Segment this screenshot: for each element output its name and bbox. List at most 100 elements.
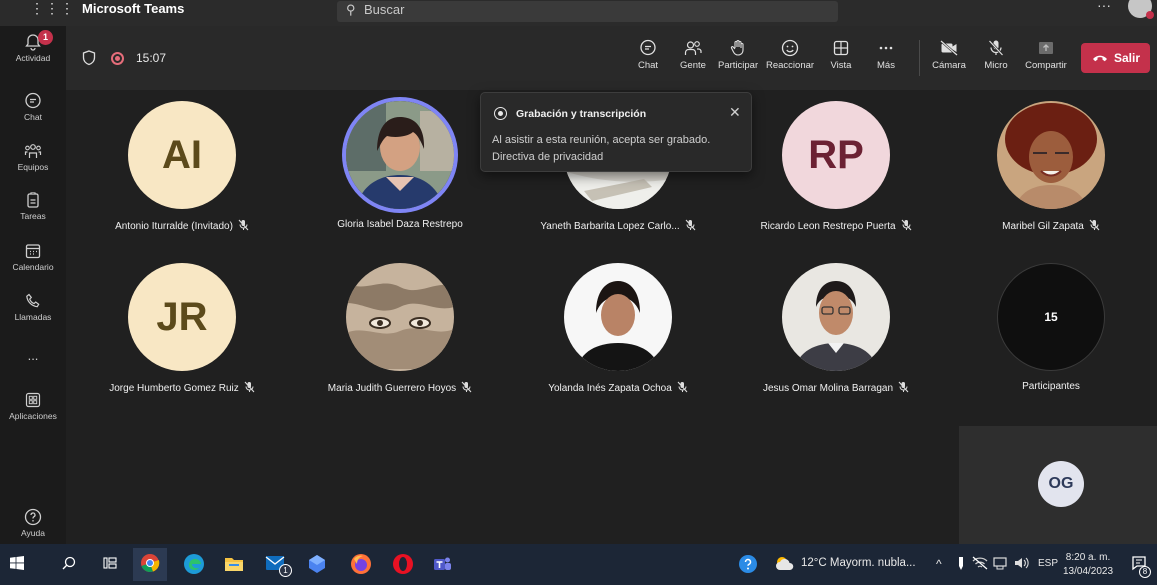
- rail-item-apps[interactable]: Aplicaciones: [0, 390, 66, 421]
- participant-name-text: Maria Judith Guerrero Hoyos: [327, 383, 457, 394]
- people-icon: [684, 41, 702, 55]
- participant-name: Antonio Iturralde (Invitado): [77, 219, 287, 232]
- more-label: Más: [877, 60, 895, 71]
- more-actions-button[interactable]: Más: [873, 38, 899, 71]
- help-icon: [24, 508, 42, 526]
- chevron-up-icon[interactable]: ^: [936, 557, 942, 571]
- rail-label-help: Ayuda: [21, 528, 45, 538]
- mic-muted-icon: [1089, 219, 1100, 231]
- popup-body: Al asistir a esta reunión, acepta ser gr…: [492, 132, 710, 166]
- mic-muted-icon: [901, 219, 911, 231]
- rail-item-chat[interactable]: Chat: [0, 91, 66, 122]
- speaker-icon[interactable]: [1013, 556, 1029, 570]
- network-icon[interactable]: [972, 556, 988, 570]
- raise-hand-button[interactable]: Participar: [718, 38, 758, 71]
- participant-name-text: Yaneth Barbarita Lopez Carlo...: [540, 221, 680, 232]
- react-label: Reaccionar: [766, 60, 815, 71]
- rail-item-teams[interactable]: Equipos: [0, 141, 66, 172]
- react-button[interactable]: Reaccionar: [766, 38, 814, 71]
- rail-label-calls: Llamadas: [14, 312, 52, 322]
- firefox-icon[interactable]: [350, 553, 372, 575]
- mic-muted-icon: [677, 381, 688, 393]
- profile-avatar[interactable]: [1128, 0, 1154, 19]
- participant-tile[interactable]: Yolanda Inés Zapata Ochoa: [513, 258, 723, 398]
- rail-item-tasks[interactable]: Tareas: [0, 190, 66, 221]
- clock-time: 8:20 a. m.: [1065, 552, 1111, 563]
- edge-icon[interactable]: [183, 553, 205, 575]
- people-button[interactable]: Gente: [676, 38, 710, 71]
- file-explorer-icon[interactable]: [224, 555, 244, 573]
- people-label: Gente: [680, 60, 706, 71]
- leave-button[interactable]: Salir: [1081, 43, 1150, 73]
- rail-label-teams: Equipos: [17, 162, 49, 172]
- search-icon[interactable]: [62, 556, 76, 570]
- pen-icon[interactable]: [956, 556, 966, 572]
- overflow-participants-tile[interactable]: 15 Participantes: [946, 258, 1156, 398]
- participant-tile[interactable]: AI Antonio Iturralde (Invitado): [77, 96, 287, 236]
- view-button[interactable]: Vista: [826, 38, 856, 71]
- mic-muted-icon: [685, 219, 696, 231]
- mic-label: Micro: [984, 60, 1008, 71]
- participant-tile[interactable]: Jesus Omar Molina Barragan: [731, 258, 941, 398]
- participant-name: Yolanda Inés Zapata Ochoa: [513, 381, 723, 394]
- participant-name: Ricardo Leon Restrepo Puerta: [731, 219, 941, 232]
- mic-muted-icon: [244, 381, 255, 393]
- rail-label-chat: Chat: [24, 112, 42, 122]
- toolbar-divider: [919, 40, 920, 76]
- task-view-icon[interactable]: [103, 556, 117, 570]
- hang-up-icon: [1093, 55, 1107, 62]
- help-tray-icon[interactable]: [738, 554, 758, 574]
- rail-item-help[interactable]: Ayuda: [0, 507, 66, 538]
- participant-name-text: Gloria Isabel Daza Restrepo: [337, 219, 463, 230]
- participant-name: Gloria Isabel Daza Restrepo: [295, 219, 505, 230]
- meeting-controls-bar: 15:07 Chat Gente Participar Reaccionar V…: [66, 26, 1157, 90]
- camera-button[interactable]: Cámara: [931, 38, 967, 71]
- teams-icon[interactable]: [432, 554, 452, 574]
- privacy-policy-link[interactable]: Directiva de privacidad: [492, 149, 710, 166]
- leave-label: Salir: [1114, 51, 1141, 65]
- participant-tile[interactable]: RP Ricardo Leon Restrepo Puerta: [731, 96, 941, 236]
- participant-name: Yaneth Barbarita Lopez Carlo...: [513, 219, 723, 232]
- participant-name-text: Maribel Gil Zapata: [1002, 221, 1084, 232]
- mic-button[interactable]: Micro: [981, 38, 1011, 71]
- rail-item-activity[interactable]: 1 Actividad: [0, 30, 66, 63]
- participant-tile[interactable]: Gloria Isabel Daza Restrepo: [295, 96, 505, 236]
- participant-name-text: Ricardo Leon Restrepo Puerta: [760, 221, 896, 232]
- participant-tile[interactable]: Maria Judith Guerrero Hoyos: [295, 258, 505, 398]
- app-rail: 1 Actividad Chat Equipos Tareas Calendar…: [0, 26, 66, 544]
- language-indicator[interactable]: ESP: [1038, 558, 1058, 569]
- share-label: Compartir: [1025, 60, 1067, 71]
- windows-start-icon[interactable]: [10, 556, 24, 570]
- chat-button[interactable]: Chat: [632, 38, 664, 71]
- close-icon[interactable]: ✕: [729, 104, 741, 121]
- rail-item-calendar[interactable]: Calendario: [0, 241, 66, 272]
- opera-icon[interactable]: [392, 553, 414, 575]
- store-app-icon[interactable]: [307, 554, 327, 574]
- record-icon: [494, 107, 507, 120]
- clipboard-icon: [27, 192, 39, 208]
- search-input[interactable]: ⚲ Buscar: [337, 1, 838, 22]
- participant-tile[interactable]: JR Jorge Humberto Gomez Ruiz: [77, 258, 287, 398]
- rail-item-calls[interactable]: Llamadas: [0, 291, 66, 322]
- battery-icon[interactable]: [993, 556, 1009, 570]
- rail-more-apps[interactable]: ...: [0, 348, 66, 363]
- camera-off-icon: [940, 40, 958, 56]
- share-button[interactable]: Compartir: [1023, 38, 1069, 71]
- self-avatar: OG: [1038, 461, 1084, 507]
- calendar-icon: [25, 244, 41, 259]
- chrome-icon: [141, 554, 160, 573]
- more-apps-icon: ...: [27, 348, 39, 363]
- app-launcher-icon[interactable]: ⋮⋮⋮: [30, 0, 75, 17]
- clock-date: 13/04/2023: [1063, 566, 1114, 577]
- participant-tile[interactable]: Maribel Gil Zapata: [946, 96, 1156, 236]
- participant-name: Jesus Omar Molina Barragan: [731, 381, 941, 394]
- participant-name-text: Jesus Omar Molina Barragan: [762, 383, 894, 394]
- recording-indicator-icon: [111, 52, 124, 65]
- weather-text[interactable]: 12°C Mayorm. nubla...: [801, 557, 916, 569]
- overflow-count: 15: [997, 263, 1105, 371]
- shield-icon[interactable]: [82, 50, 96, 66]
- notification-count-badge: 8: [1139, 566, 1151, 578]
- windows-taskbar: 1 12°C Mayorm. nubla... ^ ESP 8:20 a. m.…: [0, 544, 1157, 585]
- system-clock[interactable]: 8:20 a. m. 13/04/2023: [1063, 551, 1113, 579]
- more-options-icon[interactable]: ···: [1097, 0, 1111, 13]
